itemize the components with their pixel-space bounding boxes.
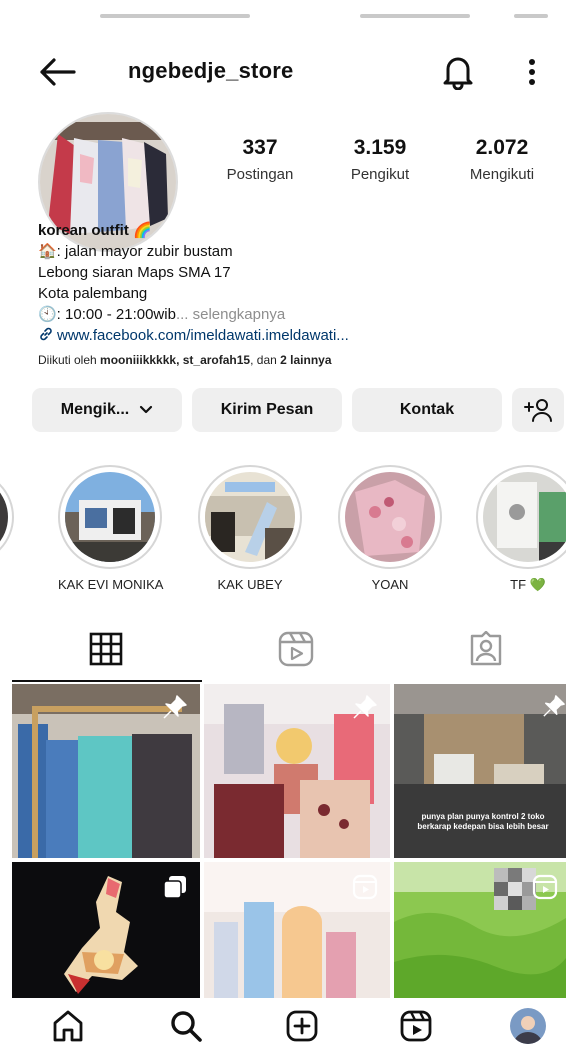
bio-hours: 🕙: 10:00 - 21:00wib: [38, 306, 176, 323]
status-bar-time: [100, 14, 250, 18]
following-button-label: Mengik...: [60, 401, 130, 418]
highlight-label: TF 💚: [510, 577, 546, 592]
plus-square-icon: [286, 1010, 318, 1042]
arrow-left-icon: [40, 58, 76, 86]
bio-line-2: Lebong siaran Maps SMA 17: [38, 264, 231, 281]
highlight-cover: [345, 472, 435, 562]
message-button-label: Kirim Pesan: [220, 401, 314, 418]
stat-following-label: Mengikuti: [469, 166, 535, 183]
highlight-label: KAK UBEY: [217, 577, 283, 592]
chevron-down-icon: [140, 405, 153, 414]
post-tile[interactable]: [204, 862, 390, 998]
reels-icon: [400, 1010, 432, 1042]
bottom-navigation: [0, 1000, 566, 1051]
post-tile[interactable]: [12, 684, 200, 858]
back-button[interactable]: [36, 52, 78, 92]
more-options-button[interactable]: [518, 52, 546, 92]
avatar: [510, 1008, 546, 1044]
followed-by[interactable]: Diikuti oleh mooniiikkkkk, st_arofah15, …: [38, 350, 558, 371]
tab-tagged[interactable]: [392, 618, 566, 680]
bio-link[interactable]: www.facebook.com/imeldawati.imeldawati..…: [57, 327, 349, 344]
pin-icon: [353, 695, 377, 719]
reels-icon: [278, 631, 314, 667]
bio-link-line[interactable]: www.facebook.com/imeldawati.imeldawati..…: [38, 325, 558, 348]
highlight-item[interactable]: KAK UBEY: [198, 465, 302, 592]
stat-followers[interactable]: 3.159 Pengikut: [334, 136, 426, 183]
highlight-item[interactable]: YOAN: [338, 465, 442, 592]
tagged-icon: [470, 631, 502, 666]
bio-line-3: Kota palembang: [38, 285, 148, 302]
bell-icon: [443, 57, 473, 90]
active-tab-indicator: [12, 680, 202, 682]
grid-icon: [89, 632, 123, 666]
stat-followers-value: 3.159: [353, 136, 407, 159]
post-tile[interactable]: [394, 862, 566, 998]
post-tile[interactable]: [204, 684, 390, 858]
reels-icon: [532, 874, 558, 900]
followed-by-prefix: Diikuti oleh: [38, 353, 101, 367]
nav-reels[interactable]: [396, 1006, 436, 1046]
profile-tabs: [0, 618, 566, 680]
pin-icon: [543, 695, 565, 717]
pin-icon: [163, 695, 187, 719]
nav-create[interactable]: [282, 1006, 322, 1046]
tab-reels[interactable]: [202, 618, 390, 680]
stat-following-value: 2.072: [475, 136, 529, 159]
link-icon: [38, 326, 54, 348]
stat-posts-label: Postingan: [226, 166, 294, 183]
reels-icon: [352, 874, 378, 900]
highlight-cover: [483, 472, 566, 562]
highlight-cover: [205, 472, 295, 562]
post-overlay-text: punya plan punya kontrol 2 toko berkarap…: [417, 812, 549, 831]
followed-by-mid: , dan: [250, 353, 281, 367]
highlight-cover: [65, 472, 155, 562]
post-tile[interactable]: punya plan punya kontrol 2 toko berkarap…: [394, 684, 566, 858]
stat-posts[interactable]: 337 Postingan: [214, 136, 306, 183]
message-button[interactable]: Kirim Pesan: [192, 388, 342, 432]
following-button[interactable]: Mengik...: [32, 388, 182, 432]
bio-more-link[interactable]: ... selengkapnya: [176, 306, 285, 323]
nav-home[interactable]: [48, 1006, 88, 1046]
profile-bio: korean outfit 🌈 🏠: jalan mayor zubir bus…: [38, 220, 558, 371]
nav-search[interactable]: [166, 1006, 206, 1046]
followed-by-names[interactable]: mooniiikkkkk, st_arofah15: [100, 353, 250, 367]
stat-followers-label: Pengikut: [350, 166, 410, 183]
stat-following[interactable]: 2.072 Mengikuti: [454, 136, 550, 183]
suggest-people-button[interactable]: [512, 388, 564, 432]
highlight-item[interactable]: TF 💚: [476, 465, 566, 593]
status-bar-indicators: [360, 14, 470, 18]
posts-grid: punya plan punya kontrol 2 toko berkarap…: [12, 684, 566, 998]
carousel-icon: [163, 876, 186, 899]
page-title: ngebedje_store: [128, 58, 294, 83]
home-icon: [53, 1010, 83, 1042]
stat-posts-value: 337: [242, 136, 278, 159]
highlight-label: KAK EVI MONIKA: [58, 577, 164, 592]
contact-button-label: Kontak: [399, 401, 455, 418]
contact-button[interactable]: Kontak: [352, 388, 502, 432]
bio-address: 🏠: jalan mayor zubir bustam: [38, 243, 233, 260]
post-tile[interactable]: [12, 862, 200, 998]
notifications-button[interactable]: [436, 50, 480, 94]
bio-hours-line: 🕙: 10:00 - 21:00wib... selengkapnya: [38, 304, 558, 325]
highlight-label: YOAN: [371, 577, 409, 592]
more-vertical-icon: [529, 59, 535, 85]
add-person-icon: [524, 399, 552, 422]
status-bar: [0, 0, 566, 36]
tab-posts[interactable]: [12, 618, 200, 680]
nav-profile[interactable]: [508, 1006, 548, 1046]
bio-name: korean outfit 🌈: [38, 222, 152, 239]
highlight-partial[interactable]: [0, 470, 22, 564]
highlight-item[interactable]: KAK EVI MONIKA: [58, 465, 163, 592]
search-icon: [171, 1011, 202, 1042]
status-bar-battery: [514, 14, 548, 18]
followed-by-others[interactable]: 2 lainnya: [280, 353, 331, 367]
